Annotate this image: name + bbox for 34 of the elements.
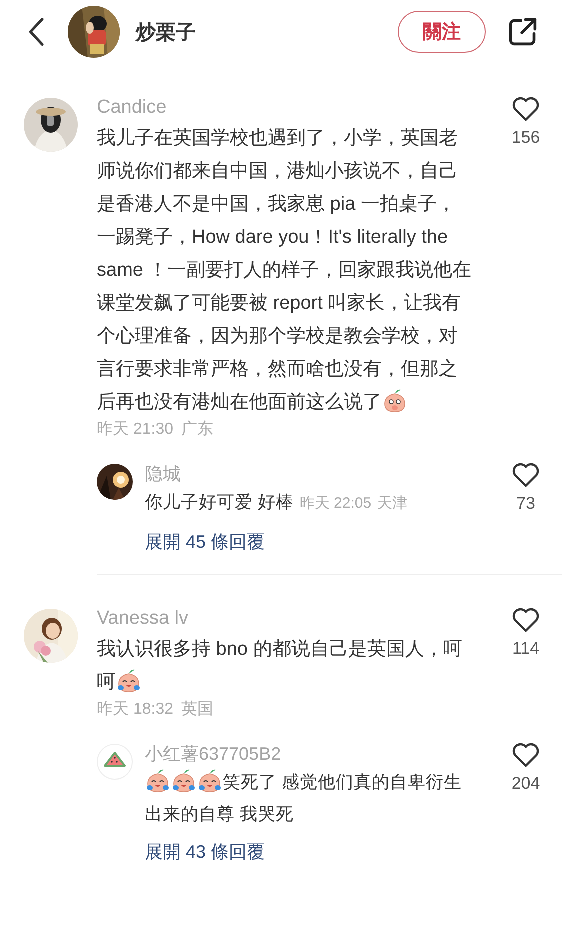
comment-text: 我认识很多持 bno 的都说自己是英国人，呵呵 — [97, 638, 464, 696]
peach-sticker-icon — [145, 768, 171, 794]
back-icon[interactable] — [28, 16, 46, 48]
timestamp: 昨天 18:32 — [97, 700, 174, 720]
timestamp: 昨天 22:05 — [300, 495, 372, 512]
user-name[interactable]: Vanessa lv — [97, 607, 189, 631]
user-name[interactable]: 隐城 — [145, 462, 181, 486]
heart-icon[interactable] — [512, 607, 540, 633]
location: 广东 — [181, 420, 214, 440]
peach-sticker-icon — [116, 668, 142, 694]
timestamp: 昨天 21:30 — [97, 420, 174, 440]
like-count: 73 — [516, 494, 536, 514]
like-count: 204 — [512, 774, 540, 794]
location: 天津 — [378, 495, 408, 512]
like-count: 114 — [512, 639, 540, 659]
peach-sticker-icon — [382, 388, 408, 414]
peach-sticker-icon — [171, 768, 197, 794]
follow-button[interactable]: 關注 — [398, 11, 486, 53]
watermelon-icon — [97, 744, 133, 780]
location: 英国 — [181, 700, 214, 720]
expand-replies-link[interactable]: 展開 43 條回覆 — [145, 840, 266, 884]
heart-icon[interactable] — [512, 742, 540, 768]
comment-text: 我儿子在英国学校也遇到了，小学，英国老师说你们都来自中国，港灿小孩说不，自己是香港人不是中国，我家崽 pia 一拍桌子，一踢凳子，How dare you！It's literally the same ！一副要打人的样子，回家跟我说他在课堂发飙了可能要被 report 叫家长，让我有个心理准备，因为那个学校是教会学校，对言行要求非常严格，然而啥也没有，但那之后再也没有港灿在他面前这么说了 — [97, 127, 473, 416]
user-name[interactable]: Candice — [97, 96, 167, 120]
author-name: 炒栗子 — [136, 20, 197, 46]
heart-icon[interactable] — [512, 96, 540, 122]
share-icon[interactable] — [508, 17, 538, 47]
peach-sticker-icon — [197, 768, 223, 794]
comment-text: 你儿子好可爱 好棒 昨天 22:05 天津 — [145, 491, 409, 514]
like-count: 156 — [512, 128, 540, 148]
expand-replies-link[interactable]: 展開 45 條回覆 — [145, 530, 266, 574]
heart-icon[interactable] — [512, 462, 540, 488]
user-name[interactable]: 小红薯637705B2 — [145, 742, 282, 766]
comment-text: 笑死了 感觉他们真的自卑衍生出来的自尊 我哭死 — [145, 766, 465, 830]
